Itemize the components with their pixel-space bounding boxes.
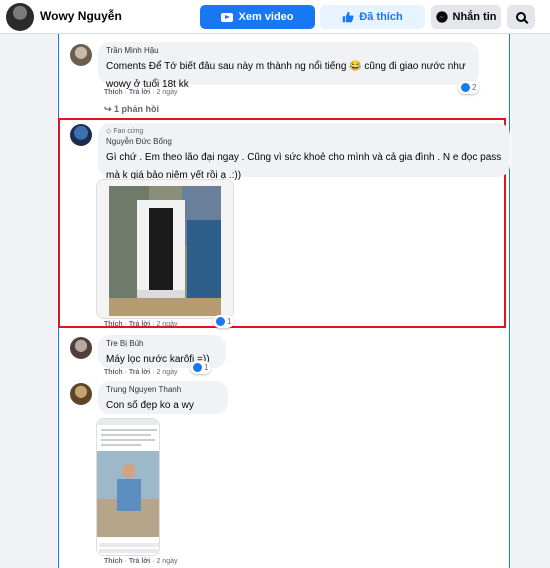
message-label: Nhắn tin (452, 11, 497, 23)
fan-badge: ◇ Fan cứng (106, 127, 502, 137)
comment-bubble: ◇ Fan cứng Nguyễn Đức Bổng Gì chứ . Em t… (98, 123, 510, 181)
comment-actions: Thích · Trả lời · 2 ngày (104, 369, 178, 376)
reply-link[interactable]: Trả lời (129, 89, 150, 96)
liked-button[interactable]: Đã thích (320, 5, 425, 29)
comment-author[interactable]: Trần Minh Hậu (106, 46, 471, 56)
fan-badge-label: Fan cứng (113, 128, 144, 135)
comment-author[interactable]: Tre Bị Búh (106, 339, 218, 349)
comment-text: Coments Để Tớ biết đâu sau này m thành n… (106, 61, 466, 90)
reaction-count[interactable]: 1 (190, 361, 212, 374)
comment-photo[interactable] (96, 179, 234, 319)
view-replies-link[interactable]: ↪ 1 phản hồi (104, 104, 159, 115)
right-background (511, 34, 550, 568)
like-reaction-icon (461, 83, 470, 92)
page-avatar[interactable] (6, 3, 34, 31)
reply-link[interactable]: Trả lời (129, 558, 150, 565)
comment-actions: Thích · Trả lời · 2 ngày (104, 558, 178, 565)
like-link[interactable]: Thích (104, 558, 123, 565)
reply-link[interactable]: Trả lời (129, 369, 150, 376)
like-reaction-icon (216, 317, 225, 326)
left-background (0, 34, 57, 568)
reply-arrow-icon: ↪ (104, 104, 115, 114)
liked-label: Đã thích (359, 11, 403, 23)
watch-video-button[interactable]: Xem video (200, 5, 315, 29)
page-header: Wowy Nguyễn Xem video Đã thích Nhắn tin (0, 0, 550, 34)
view-replies-label: 1 phản hồi (114, 104, 160, 114)
reaction-number: 2 (472, 83, 477, 92)
avatar[interactable] (70, 124, 92, 146)
comment-text: Gì chứ . Em theo lão đại ngay . Cũng vì … (106, 152, 502, 181)
comment-bubble: Trần Minh Hậu Coments Để Tớ biết đâu sau… (98, 42, 479, 90)
comment-time[interactable]: 2 ngày (156, 558, 177, 565)
reaction-number: 1 (227, 317, 232, 326)
message-button[interactable]: Nhắn tin (431, 5, 501, 29)
avatar[interactable] (70, 44, 92, 66)
avatar[interactable] (70, 337, 92, 359)
page-name[interactable]: Wowy Nguyễn (40, 9, 122, 23)
video-play-icon (221, 12, 234, 22)
avatar[interactable] (70, 383, 92, 405)
comment-photo[interactable] (96, 418, 160, 556)
reaction-count[interactable]: 1 (213, 315, 235, 328)
search-button[interactable] (507, 5, 535, 29)
comment-bubble: Trung Nguyen Thanh Con số đẹp ko a wy 22… (98, 381, 228, 429)
watch-video-label: Xem video (238, 11, 294, 23)
comment-author[interactable]: Nguyễn Đức Bổng (106, 137, 502, 147)
like-link[interactable]: Thích (104, 89, 123, 96)
like-link[interactable]: Thích (104, 321, 123, 328)
search-icon (516, 12, 526, 22)
like-link[interactable]: Thích (104, 369, 123, 376)
thumbs-up-icon (343, 11, 354, 23)
reply-link[interactable]: Trả lời (129, 321, 150, 328)
reaction-count[interactable]: 2 (458, 81, 480, 94)
comment-actions: Thích · Trả lời · 2 ngày (104, 321, 178, 328)
comment-actions: Thích · Trả lời · 2 ngày (104, 89, 178, 96)
like-reaction-icon (193, 363, 202, 372)
reaction-number: 1 (204, 363, 209, 372)
water-purifier-photo (97, 180, 233, 318)
messenger-icon (435, 11, 448, 23)
comment-author[interactable]: Trung Nguyen Thanh (106, 385, 220, 395)
comment-time[interactable]: 2 ngày (156, 321, 177, 328)
comment-time[interactable]: 2 ngày (156, 89, 177, 96)
phone-screenshot-photo (97, 419, 159, 555)
comment-time[interactable]: 2 ngày (156, 369, 177, 376)
